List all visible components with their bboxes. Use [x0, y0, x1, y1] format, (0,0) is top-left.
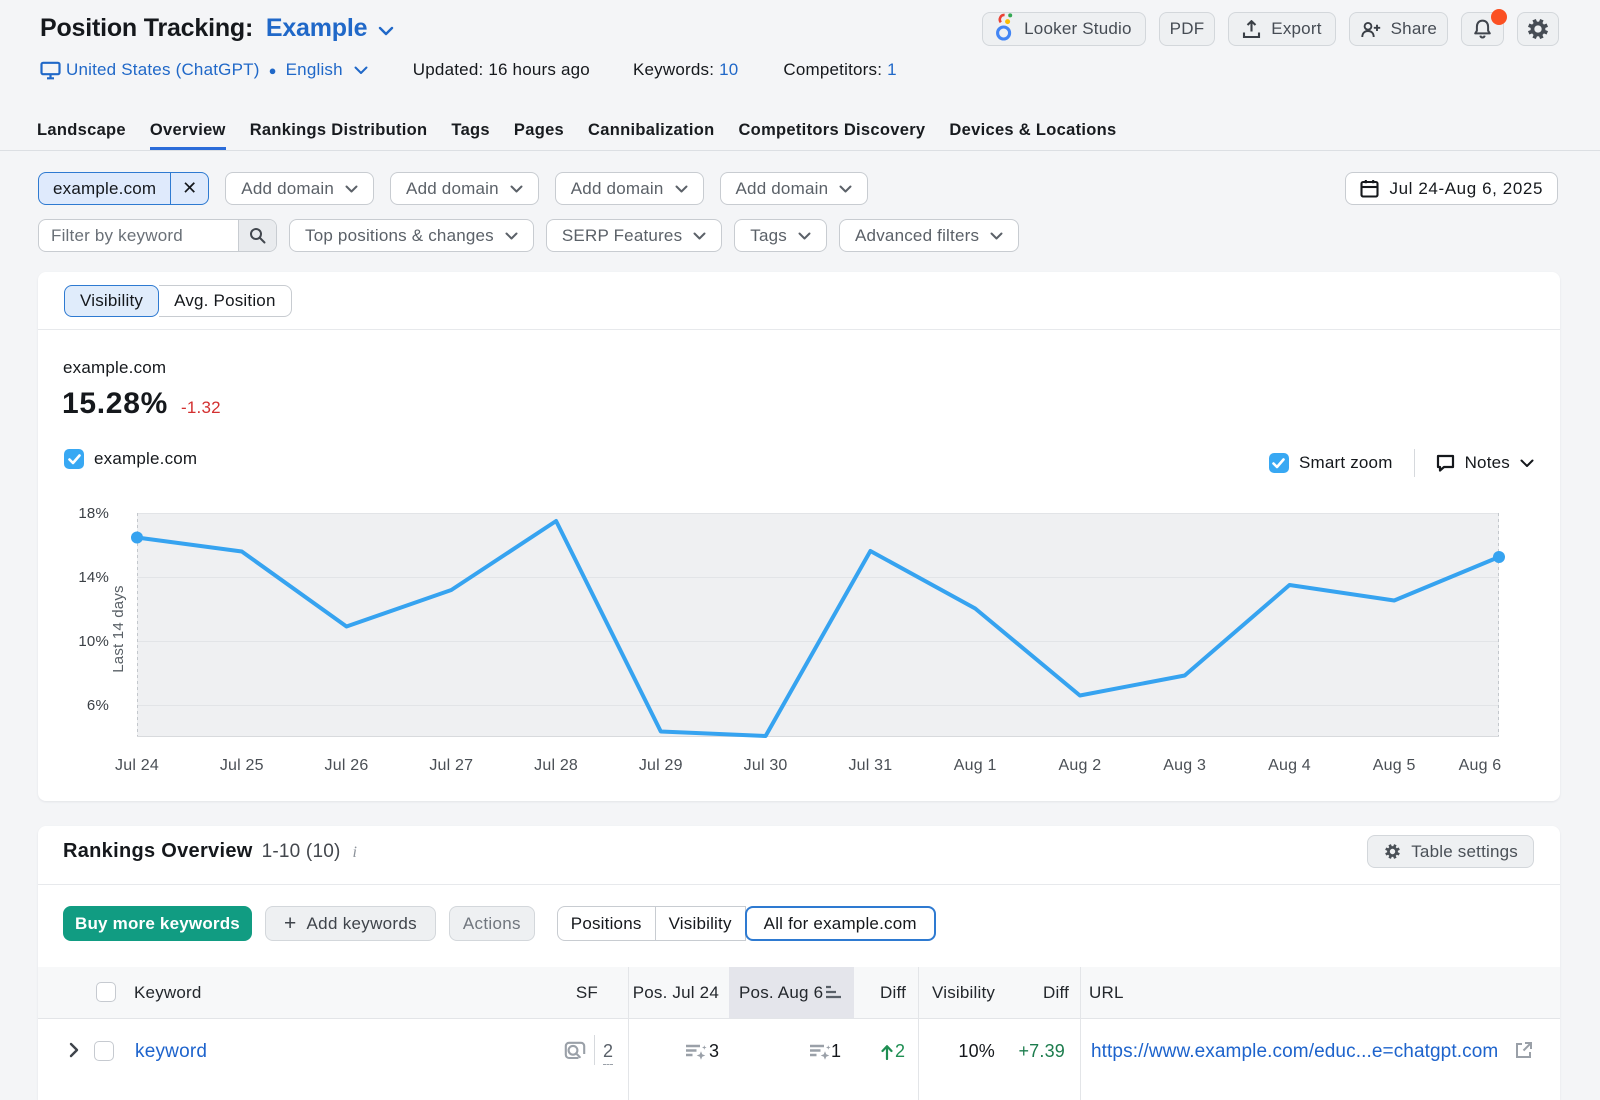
- svg-text:Aug 2: Aug 2: [1058, 757, 1101, 774]
- svg-text:Aug 5: Aug 5: [1373, 757, 1416, 774]
- svg-text:Jul 26: Jul 26: [325, 757, 369, 774]
- svg-text:Aug 6: Aug 6: [1459, 757, 1502, 774]
- svg-text:Jul 25: Jul 25: [220, 757, 264, 774]
- svg-text:Jul 27: Jul 27: [429, 757, 473, 774]
- svg-text:Jul 29: Jul 29: [639, 757, 683, 774]
- svg-text:Aug 1: Aug 1: [954, 757, 997, 774]
- svg-text:Jul 28: Jul 28: [534, 757, 578, 774]
- svg-text:10%: 10%: [78, 633, 109, 650]
- svg-text:Jul 31: Jul 31: [848, 757, 892, 774]
- svg-text:Aug 3: Aug 3: [1163, 757, 1206, 774]
- svg-text:Jul 24: Jul 24: [115, 757, 159, 774]
- svg-text:18%: 18%: [78, 505, 109, 522]
- svg-text:Aug 4: Aug 4: [1268, 757, 1311, 774]
- svg-text:Jul 30: Jul 30: [744, 757, 788, 774]
- svg-text:6%: 6%: [87, 697, 109, 714]
- svg-text:Last 14 days: Last 14 days: [110, 585, 127, 672]
- svg-text:14%: 14%: [78, 569, 109, 586]
